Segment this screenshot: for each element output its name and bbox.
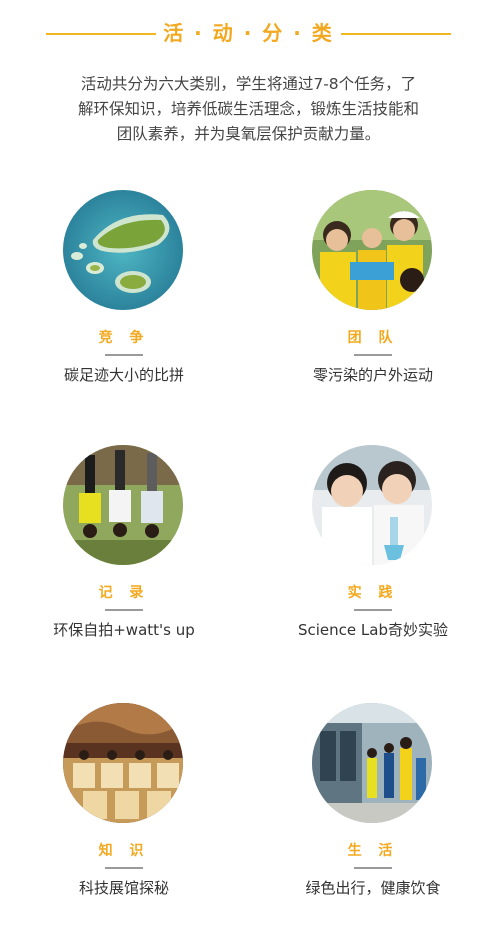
section-title: 活 · 动 · 分 · 类 [163, 21, 334, 45]
category-divider [105, 354, 143, 356]
category-card-record: 记 录 环保自拍+watt's up [0, 445, 248, 675]
category-title: 生 活 [347, 843, 399, 859]
category-divider [105, 609, 143, 611]
handstand-photo [63, 445, 183, 565]
category-description: 碳足迹大小的比拼 [63, 366, 184, 384]
category-card-life: 生 活 绿色出行，健康饮食 [249, 703, 497, 933]
kids-team-photo [312, 190, 432, 310]
museum-theater-photo [63, 703, 183, 823]
category-description: 绿色出行，健康饮食 [305, 879, 441, 897]
islands-photo [63, 190, 183, 310]
category-title: 竞 争 [98, 330, 150, 346]
header-line-right [341, 33, 451, 35]
category-title: 记 录 [98, 585, 150, 601]
intro-line: 活动共分为六大类别，学生将通过7-8个任务，了 [80, 75, 417, 93]
category-description: Science Lab奇妙实验 [298, 621, 448, 639]
category-description: 零污染的户外运动 [312, 366, 433, 384]
intro-line: 解环保知识，培养低碳生活理念，锻炼生活技能和 [77, 100, 419, 118]
category-card-knowledge: 知 识 科技展馆探秘 [0, 703, 248, 933]
science-lab-photo [312, 445, 432, 565]
category-description: 科技展馆探秘 [78, 879, 169, 897]
section-header: 活 · 动 · 分 · 类 [0, 18, 497, 48]
category-divider [354, 867, 392, 869]
subway-station-photo [312, 703, 432, 823]
category-description: 环保自拍+watt's up [53, 621, 195, 639]
category-divider [354, 609, 392, 611]
category-card-team: 团 队 零污染的户外运动 [249, 190, 497, 420]
category-card-competition: 竞 争 碳足迹大小的比拼 [0, 190, 248, 420]
category-title: 团 队 [347, 330, 399, 346]
category-card-practice: 实 践 Science Lab奇妙实验 [249, 445, 497, 675]
category-divider [105, 867, 143, 869]
category-divider [354, 354, 392, 356]
category-title: 知 识 [98, 843, 150, 859]
header-line-left [46, 33, 156, 35]
intro-line: 团队素养，并为臭氧层保护贡献力量。 [116, 125, 381, 143]
category-title: 实 践 [347, 585, 399, 601]
intro-paragraph: 活动共分为六大类别，学生将通过7-8个任务，了 解环保知识，培养低碳生活理念，锻… [0, 72, 497, 147]
